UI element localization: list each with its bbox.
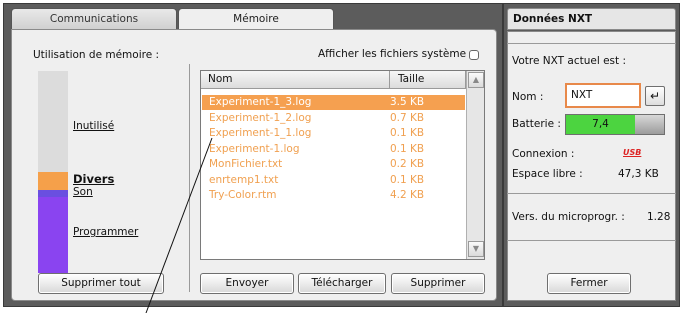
free-space-label: Espace libre : xyxy=(512,168,583,180)
scroll-down-arrow-icon[interactable]: ▼ xyxy=(468,241,484,257)
close-button[interactable]: Fermer xyxy=(547,273,631,294)
tab-communications[interactable]: Communications xyxy=(11,8,177,30)
file-size: 3.5 KB xyxy=(390,96,425,108)
send-button[interactable]: Envoyer xyxy=(200,273,294,294)
file-name: Try-Color.rtm xyxy=(209,189,277,201)
memory-usage-title: Utilisation de mémoire : xyxy=(33,49,160,61)
file-name: enrtemp1.txt xyxy=(209,174,279,186)
file-list-header: Nom Taille xyxy=(201,71,466,89)
connection-label: Connexion : xyxy=(512,148,575,160)
show-system-files-checkbox[interactable] xyxy=(469,50,479,60)
bar-segment-divers xyxy=(38,172,68,190)
bar-segment-inutilise xyxy=(38,71,68,172)
legend-divers[interactable]: Divers xyxy=(73,172,114,186)
delete-button[interactable]: Supprimer xyxy=(391,273,485,294)
file-row[interactable]: Experiment-1_3.log 3.5 KB xyxy=(202,95,465,110)
free-space-value: 47,3 KB xyxy=(618,168,659,180)
legend-programmer[interactable]: Programmer xyxy=(73,226,138,238)
file-name: Experiment-1_2.log xyxy=(209,112,312,124)
bar-segment-son xyxy=(38,190,68,197)
column-separator[interactable] xyxy=(389,71,390,89)
legend-son[interactable]: Son xyxy=(73,186,93,198)
firmware-label: Vers. du microprogr. : xyxy=(512,211,625,223)
show-system-files-label: Afficher les fichiers système xyxy=(318,48,467,60)
delete-all-button[interactable]: Supprimer tout xyxy=(38,273,164,294)
divider xyxy=(507,43,676,44)
divider xyxy=(507,193,676,194)
nxt-data-panel xyxy=(507,31,676,301)
divider xyxy=(507,240,676,241)
file-row[interactable]: Experiment-1_2.log 0.7 KB xyxy=(202,111,465,126)
battery-gauge: 7,4 xyxy=(565,114,665,135)
file-row[interactable]: MonFichier.txt 0.2 KB xyxy=(202,157,465,172)
scroll-up-arrow-icon[interactable]: ▲ xyxy=(468,72,484,88)
file-size: 0.1 KB xyxy=(390,127,425,139)
nxt-name-input[interactable]: NXT xyxy=(565,83,641,108)
file-row[interactable]: Experiment-1_1.log 0.1 KB xyxy=(202,126,465,141)
file-row[interactable]: enrtemp1.txt 0.1 KB xyxy=(202,173,465,188)
file-size: 0.7 KB xyxy=(390,112,425,124)
panel-divider xyxy=(189,64,190,292)
bar-segment-programmer xyxy=(38,197,68,273)
file-size: 0.1 KB xyxy=(390,174,425,186)
memory-bar xyxy=(38,71,68,273)
file-name: MonFichier.txt xyxy=(209,158,283,170)
firmware-value: 1.28 xyxy=(647,211,671,223)
column-header-name[interactable]: Nom xyxy=(208,73,233,85)
file-list[interactable]: Nom Taille ▲ ▼ Experiment-1_3.log 3.5 KB… xyxy=(200,70,485,260)
file-name: Experiment-1_1.log xyxy=(209,127,312,139)
file-size: 0.2 KB xyxy=(390,158,425,170)
enter-icon[interactable]: ↵ xyxy=(645,86,665,106)
file-row[interactable]: Experiment-1.log 0.1 KB xyxy=(202,142,465,157)
file-list-scrollbar[interactable]: ▲ ▼ xyxy=(466,71,484,259)
name-label: Nom : xyxy=(512,91,544,103)
tab-memoire[interactable]: Mémoire xyxy=(178,8,334,30)
current-nxt-label: Votre NXT actuel est : xyxy=(512,55,627,67)
file-name: Experiment-1.log xyxy=(209,143,300,155)
column-header-size[interactable]: Taille xyxy=(398,73,424,85)
legend-inutilise[interactable]: Inutilisé xyxy=(73,120,114,132)
file-name: Experiment-1_3.log xyxy=(209,96,312,108)
file-size: 0.1 KB xyxy=(390,143,425,155)
battery-label: Batterie : xyxy=(512,118,561,130)
nxt-data-title: Données NXT xyxy=(507,8,676,30)
download-button[interactable]: Télécharger xyxy=(298,273,386,294)
file-row[interactable]: Try-Color.rtm 4.2 KB xyxy=(202,188,465,203)
file-size: 4.2 KB xyxy=(390,189,425,201)
usb-connection-icon: USB xyxy=(623,148,642,157)
battery-level: 7,4 xyxy=(566,115,635,134)
